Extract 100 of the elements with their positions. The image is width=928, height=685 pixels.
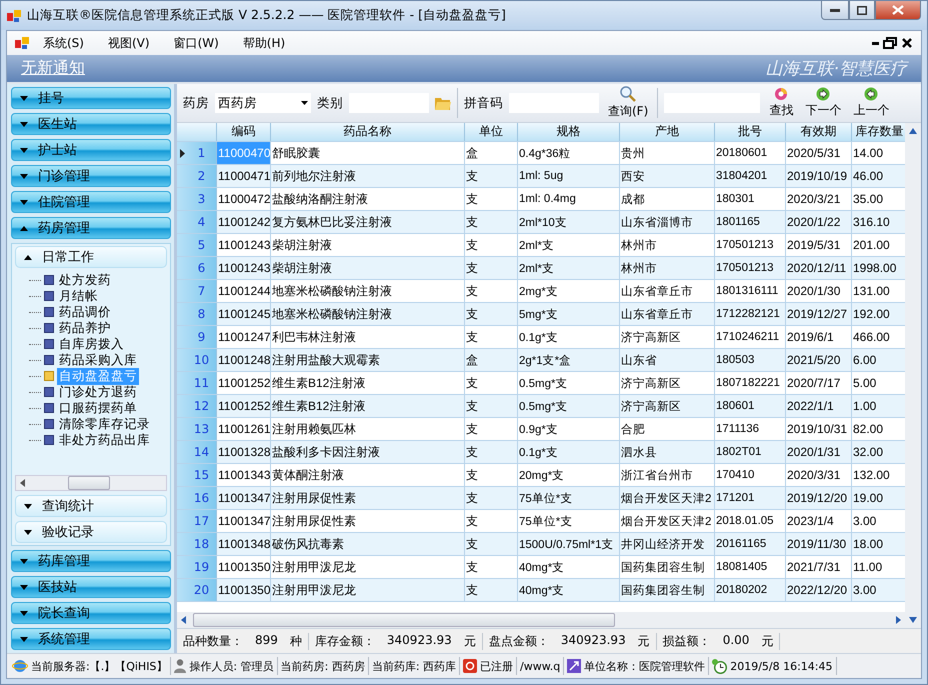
row-header[interactable]: 1 [177,142,217,164]
tree-item[interactable]: 药品调价 [57,304,113,320]
toolbar-button[interactable]: 查找 [766,85,796,121]
table-cell: 井冈山经济开发 [620,533,715,555]
row-header[interactable]: 15 [177,464,217,486]
row-header[interactable]: 10 [177,349,217,371]
nav-section-button[interactable]: 门诊管理 [11,165,171,187]
expand-arrow-icon [20,148,28,152]
expand-arrow-icon [20,174,28,178]
row-header[interactable]: 6 [177,257,217,279]
scroll-down-icon[interactable] [908,615,918,625]
nav-section-button[interactable]: 住院管理 [11,191,171,213]
tree-item[interactable]: 口服药摆药单 [57,400,139,416]
row-header[interactable]: 13 [177,418,217,440]
input-field[interactable] [349,93,429,113]
scrollbar[interactable] [177,612,905,628]
scroll-right-icon[interactable] [893,615,903,625]
toolbar-button[interactable]: 下一个 [802,85,844,121]
table-cell: 2019/11/30 [786,533,852,555]
row-header[interactable]: 17 [177,510,217,532]
row-header[interactable]: 8 [177,303,217,325]
group-header[interactable]: 日常工作 [15,246,167,268]
building-icon [567,659,582,673]
column-header[interactable]: 产地 [620,123,715,141]
row-header[interactable]: 20 [177,579,217,601]
table-cell: 11001244 [217,280,271,302]
table-cell: 2019/10/19 [786,165,852,187]
group-header[interactable]: 验收记录 [15,521,167,543]
nav-section-button[interactable]: 院长查询 [11,602,171,624]
color-wheel-icon [774,87,788,101]
row-header[interactable]: 19 [177,556,217,578]
row-header[interactable]: 14 [177,441,217,463]
close-icon[interactable] [901,37,913,49]
table-cell: 泗水县 [620,441,715,463]
nav-section-button[interactable]: 药库管理 [11,550,171,572]
column-header[interactable]: 有效期 [786,123,852,141]
nav-section-button[interactable]: 护士站 [11,139,171,161]
scroll-up-icon[interactable] [908,126,918,136]
column-header[interactable]: 规格 [518,123,620,141]
row-header[interactable]: 12 [177,395,217,417]
menu-item[interactable]: 窗口(W) [164,32,229,54]
menu-item[interactable]: 视图(V) [98,32,160,54]
row-header[interactable]: 4 [177,211,217,233]
menu-item[interactable]: 帮助(H) [232,32,296,54]
table-cell: 11001248 [217,349,271,371]
table-cell: 2mg*支 [518,280,620,302]
nav-section-button[interactable]: 挂号 [11,87,171,109]
group-header[interactable]: 查询统计 [15,495,167,517]
maximize-button[interactable] [849,1,875,20]
menu-item[interactable]: 系统(S) [33,32,94,54]
column-header[interactable]: 库存数量 [852,123,905,141]
row-header[interactable]: 9 [177,326,217,348]
tree-item[interactable]: 药品采购入库 [57,352,139,368]
table-cell: 20180601 [715,142,786,164]
node-icon [44,339,54,349]
row-header[interactable]: 5 [177,234,217,256]
row-header[interactable]: 7 [177,280,217,302]
tree-item[interactable]: 非处方药品出库 [57,432,152,448]
minimize-icon[interactable] [872,42,879,44]
table-cell: 11001350 [217,579,271,601]
input-field[interactable] [509,93,599,113]
row-header[interactable]: 3 [177,188,217,210]
table-cell: 济宁高新区 [620,372,715,394]
table-cell: 2019/6/1 [786,326,852,348]
field-label: 类别 [317,94,343,112]
tree-item[interactable]: 药品养护 [57,320,113,336]
input-field[interactable] [664,93,760,113]
scroll-left-icon[interactable] [179,615,189,625]
globe-icon [12,659,28,673]
row-header[interactable]: 16 [177,487,217,509]
query-button[interactable]: 查询(F) [605,85,652,121]
minimize-button[interactable] [821,1,849,20]
restore-icon[interactable] [883,37,897,49]
table-cell: 1ml: 0.4mg [518,188,620,210]
tree-item[interactable]: 处方发药 [57,272,113,288]
nav-section-button[interactable]: 系统管理 [11,628,171,650]
column-header[interactable]: 药品名称 [271,123,465,141]
row-header[interactable]: 11 [177,372,217,394]
scroll-left-icon[interactable] [18,478,28,488]
scrollbar[interactable] [905,123,921,628]
nav-section-button[interactable]: 医生站 [11,113,171,135]
column-header[interactable]: 单位 [465,123,518,141]
tree-item[interactable]: 清除零库存记录 [57,416,152,432]
tree-item[interactable]: 自库房拨入 [57,336,126,352]
table-cell: 山东省淄博市 [620,211,715,233]
pharmacy-dropdown[interactable]: 西药房 [215,93,311,113]
nav-section-button[interactable]: 医技站 [11,576,171,598]
tree-item[interactable]: 月结帐 [57,288,100,304]
row-header[interactable]: 18 [177,533,217,555]
row-header[interactable]: 2 [177,165,217,187]
table-cell: 山东省 [620,349,715,371]
scrollbar[interactable] [15,475,167,491]
table-cell: 济宁高新区 [620,326,715,348]
column-header[interactable]: 编码 [217,123,271,141]
toolbar-button[interactable]: 上一个 [850,85,892,121]
column-header[interactable]: 批号 [715,123,786,141]
table-cell: 2021/5/20 [786,349,852,371]
nav-section-button[interactable]: 药房管理 [11,217,171,239]
tree-item[interactable]: 门诊处方退药 [57,384,139,400]
close-button[interactable] [875,1,921,20]
